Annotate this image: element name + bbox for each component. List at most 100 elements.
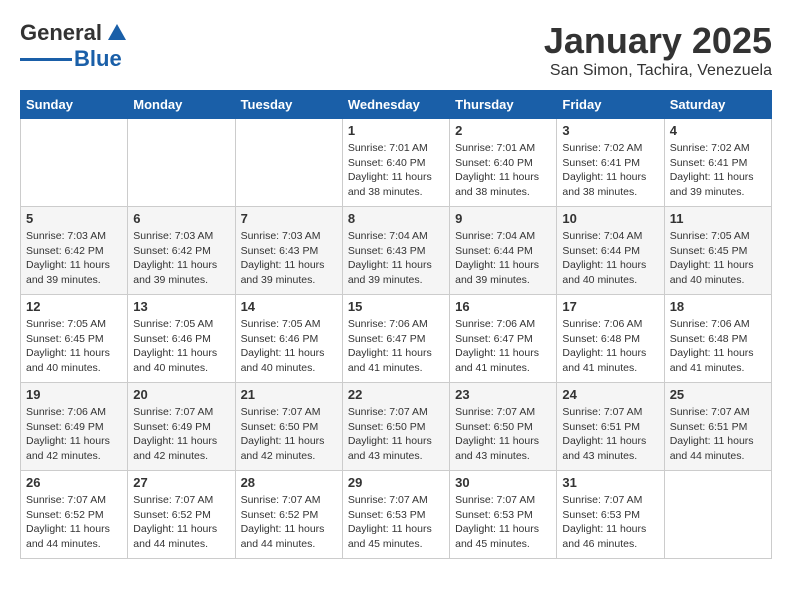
day-header-monday: Monday [128, 91, 235, 119]
calendar-cell: 31 Sunrise: 7:07 AMSunset: 6:53 PMDayligh… [557, 471, 664, 559]
day-number: 30 [455, 475, 551, 490]
calendar-cell: 18 Sunrise: 7:06 AMSunset: 6:48 PMDayligh… [664, 295, 771, 383]
calendar-cell: 13 Sunrise: 7:05 AMSunset: 6:46 PMDayligh… [128, 295, 235, 383]
day-info: Sunrise: 7:05 AMSunset: 6:46 PMDaylight:… [241, 317, 337, 376]
day-info: Sunrise: 7:07 AMSunset: 6:53 PMDaylight:… [348, 493, 444, 552]
calendar-week-5: 26 Sunrise: 7:07 AMSunset: 6:52 PMDayligh… [21, 471, 772, 559]
day-info: Sunrise: 7:07 AMSunset: 6:53 PMDaylight:… [562, 493, 658, 552]
calendar-week-4: 19 Sunrise: 7:06 AMSunset: 6:49 PMDayligh… [21, 383, 772, 471]
title-block: January 2025 San Simon, Tachira, Venezue… [544, 20, 772, 80]
day-number: 9 [455, 211, 551, 226]
calendar-cell: 9 Sunrise: 7:04 AMSunset: 6:44 PMDaylight… [450, 207, 557, 295]
day-info: Sunrise: 7:06 AMSunset: 6:47 PMDaylight:… [348, 317, 444, 376]
calendar-week-1: 1 Sunrise: 7:01 AMSunset: 6:40 PMDaylight… [21, 119, 772, 207]
day-number: 25 [670, 387, 766, 402]
calendar-cell: 1 Sunrise: 7:01 AMSunset: 6:40 PMDaylight… [342, 119, 449, 207]
calendar-cell: 29 Sunrise: 7:07 AMSunset: 6:53 PMDayligh… [342, 471, 449, 559]
day-number: 18 [670, 299, 766, 314]
day-info: Sunrise: 7:02 AMSunset: 6:41 PMDaylight:… [670, 141, 766, 200]
day-info: Sunrise: 7:07 AMSunset: 6:52 PMDaylight:… [26, 493, 122, 552]
day-info: Sunrise: 7:01 AMSunset: 6:40 PMDaylight:… [455, 141, 551, 200]
calendar-cell [664, 471, 771, 559]
calendar-cell: 11 Sunrise: 7:05 AMSunset: 6:45 PMDayligh… [664, 207, 771, 295]
day-number: 1 [348, 123, 444, 138]
day-number: 28 [241, 475, 337, 490]
day-info: Sunrise: 7:07 AMSunset: 6:52 PMDaylight:… [133, 493, 229, 552]
day-number: 15 [348, 299, 444, 314]
logo-icon [106, 22, 128, 44]
calendar-cell [128, 119, 235, 207]
calendar-table: SundayMondayTuesdayWednesdayThursdayFrid… [20, 90, 772, 559]
day-number: 20 [133, 387, 229, 402]
calendar-cell: 24 Sunrise: 7:07 AMSunset: 6:51 PMDayligh… [557, 383, 664, 471]
day-info: Sunrise: 7:07 AMSunset: 6:51 PMDaylight:… [670, 405, 766, 464]
day-number: 2 [455, 123, 551, 138]
calendar-cell: 26 Sunrise: 7:07 AMSunset: 6:52 PMDayligh… [21, 471, 128, 559]
day-info: Sunrise: 7:03 AMSunset: 6:42 PMDaylight:… [26, 229, 122, 288]
day-number: 10 [562, 211, 658, 226]
day-info: Sunrise: 7:05 AMSunset: 6:46 PMDaylight:… [133, 317, 229, 376]
calendar-cell: 3 Sunrise: 7:02 AMSunset: 6:41 PMDaylight… [557, 119, 664, 207]
day-info: Sunrise: 7:06 AMSunset: 6:48 PMDaylight:… [562, 317, 658, 376]
day-header-friday: Friday [557, 91, 664, 119]
calendar-cell: 7 Sunrise: 7:03 AMSunset: 6:43 PMDaylight… [235, 207, 342, 295]
calendar-cell: 15 Sunrise: 7:06 AMSunset: 6:47 PMDayligh… [342, 295, 449, 383]
day-info: Sunrise: 7:03 AMSunset: 6:43 PMDaylight:… [241, 229, 337, 288]
day-info: Sunrise: 7:07 AMSunset: 6:51 PMDaylight:… [562, 405, 658, 464]
calendar-cell: 5Sunrise: 7:03 AMSunset: 6:42 PMDaylight… [21, 207, 128, 295]
day-number: 21 [241, 387, 337, 402]
day-info: Sunrise: 7:05 AMSunset: 6:45 PMDaylight:… [26, 317, 122, 376]
day-info: Sunrise: 7:04 AMSunset: 6:44 PMDaylight:… [562, 229, 658, 288]
day-info: Sunrise: 7:07 AMSunset: 6:50 PMDaylight:… [348, 405, 444, 464]
day-number: 12 [26, 299, 122, 314]
day-info: Sunrise: 7:04 AMSunset: 6:44 PMDaylight:… [455, 229, 551, 288]
day-info: Sunrise: 7:06 AMSunset: 6:48 PMDaylight:… [670, 317, 766, 376]
day-number: 26 [26, 475, 122, 490]
day-info: Sunrise: 7:07 AMSunset: 6:50 PMDaylight:… [455, 405, 551, 464]
calendar-cell: 4Sunrise: 7:02 AMSunset: 6:41 PMDaylight… [664, 119, 771, 207]
day-header-saturday: Saturday [664, 91, 771, 119]
day-header-tuesday: Tuesday [235, 91, 342, 119]
day-number: 24 [562, 387, 658, 402]
month-title: January 2025 [544, 20, 772, 62]
calendar-cell: 20 Sunrise: 7:07 AMSunset: 6:49 PMDayligh… [128, 383, 235, 471]
logo: General Blue [20, 20, 128, 72]
calendar-cell: 25 Sunrise: 7:07 AMSunset: 6:51 PMDayligh… [664, 383, 771, 471]
calendar-cell [235, 119, 342, 207]
day-number: 16 [455, 299, 551, 314]
day-number: 17 [562, 299, 658, 314]
day-number: 23 [455, 387, 551, 402]
calendar-cell: 21 Sunrise: 7:07 AMSunset: 6:50 PMDayligh… [235, 383, 342, 471]
day-number: 19 [26, 387, 122, 402]
day-number: 22 [348, 387, 444, 402]
day-header-thursday: Thursday [450, 91, 557, 119]
calendar-cell: 17 Sunrise: 7:06 AMSunset: 6:48 PMDayligh… [557, 295, 664, 383]
day-info: Sunrise: 7:01 AMSunset: 6:40 PMDaylight:… [348, 141, 444, 200]
calendar-cell: 16 Sunrise: 7:06 AMSunset: 6:47 PMDayligh… [450, 295, 557, 383]
day-info: Sunrise: 7:07 AMSunset: 6:50 PMDaylight:… [241, 405, 337, 464]
day-info: Sunrise: 7:07 AMSunset: 6:52 PMDaylight:… [241, 493, 337, 552]
logo-general-text: General [20, 20, 102, 46]
day-info: Sunrise: 7:04 AMSunset: 6:43 PMDaylight:… [348, 229, 444, 288]
calendar-week-2: 5Sunrise: 7:03 AMSunset: 6:42 PMDaylight… [21, 207, 772, 295]
day-header-sunday: Sunday [21, 91, 128, 119]
day-number: 13 [133, 299, 229, 314]
calendar-cell [21, 119, 128, 207]
day-info: Sunrise: 7:02 AMSunset: 6:41 PMDaylight:… [562, 141, 658, 200]
day-info: Sunrise: 7:06 AMSunset: 6:49 PMDaylight:… [26, 405, 122, 464]
day-number: 31 [562, 475, 658, 490]
day-number: 27 [133, 475, 229, 490]
calendar-week-3: 12 Sunrise: 7:05 AMSunset: 6:45 PMDayligh… [21, 295, 772, 383]
calendar-cell: 19 Sunrise: 7:06 AMSunset: 6:49 PMDayligh… [21, 383, 128, 471]
day-number: 11 [670, 211, 766, 226]
day-number: 29 [348, 475, 444, 490]
day-info: Sunrise: 7:06 AMSunset: 6:47 PMDaylight:… [455, 317, 551, 376]
day-info: Sunrise: 7:05 AMSunset: 6:45 PMDaylight:… [670, 229, 766, 288]
page-header: General Blue January 2025 San Simon, Tac… [20, 20, 772, 80]
calendar-cell: 2 Sunrise: 7:01 AMSunset: 6:40 PMDaylight… [450, 119, 557, 207]
day-number: 3 [562, 123, 658, 138]
day-number: 7 [241, 211, 337, 226]
day-number: 8 [348, 211, 444, 226]
day-info: Sunrise: 7:03 AMSunset: 6:42 PMDaylight:… [133, 229, 229, 288]
day-info: Sunrise: 7:07 AMSunset: 6:49 PMDaylight:… [133, 405, 229, 464]
